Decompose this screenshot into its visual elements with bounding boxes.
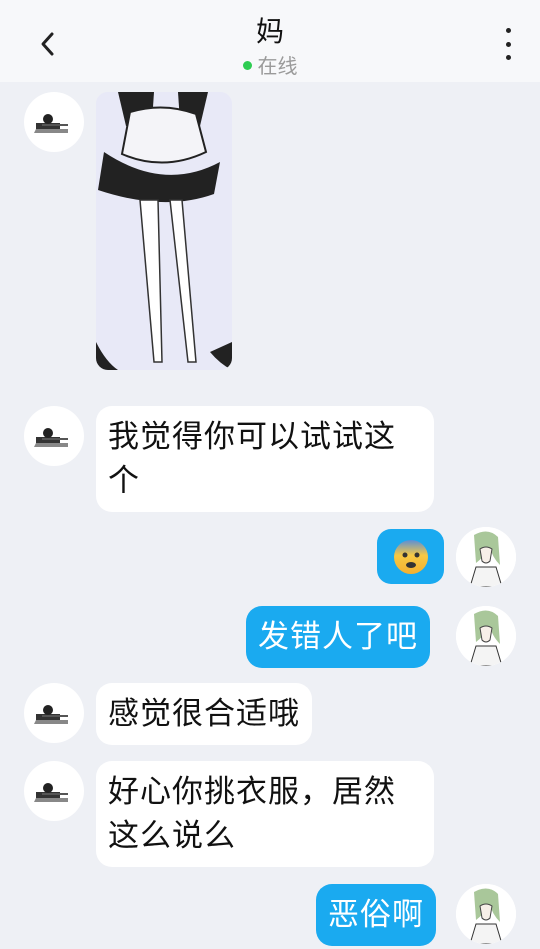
- my-avatar[interactable]: [456, 606, 516, 666]
- chat-header: 妈 在线: [0, 0, 540, 82]
- outgoing-message-bubble[interactable]: 发错人了吧: [246, 606, 430, 668]
- incoming-message-bubble[interactable]: 好心你挑衣服，居然这么说么: [96, 761, 434, 867]
- mom-avatar[interactable]: [24, 92, 84, 152]
- more-options-button[interactable]: [498, 28, 518, 60]
- more-vertical-icon: [505, 28, 511, 33]
- mom-avatar[interactable]: [24, 761, 84, 821]
- incoming-message-bubble[interactable]: 感觉很合适哦: [96, 683, 312, 745]
- message-image[interactable]: [96, 92, 232, 370]
- outgoing-emoji-bubble[interactable]: [377, 529, 444, 584]
- outgoing-message-bubble[interactable]: 恶俗啊: [316, 884, 436, 946]
- mom-avatar[interactable]: [24, 683, 84, 743]
- online-dot-icon: [242, 61, 252, 70]
- my-avatar[interactable]: [456, 884, 516, 944]
- online-status: 在线: [0, 50, 540, 79]
- fearful-face-emoji: [393, 539, 428, 574]
- mom-avatar[interactable]: [24, 406, 84, 466]
- online-status-label: 在线: [257, 54, 298, 78]
- my-avatar[interactable]: [456, 527, 516, 587]
- incoming-message-bubble[interactable]: 我觉得你可以试试这个: [96, 406, 434, 512]
- contact-name[interactable]: 妈: [0, 10, 540, 50]
